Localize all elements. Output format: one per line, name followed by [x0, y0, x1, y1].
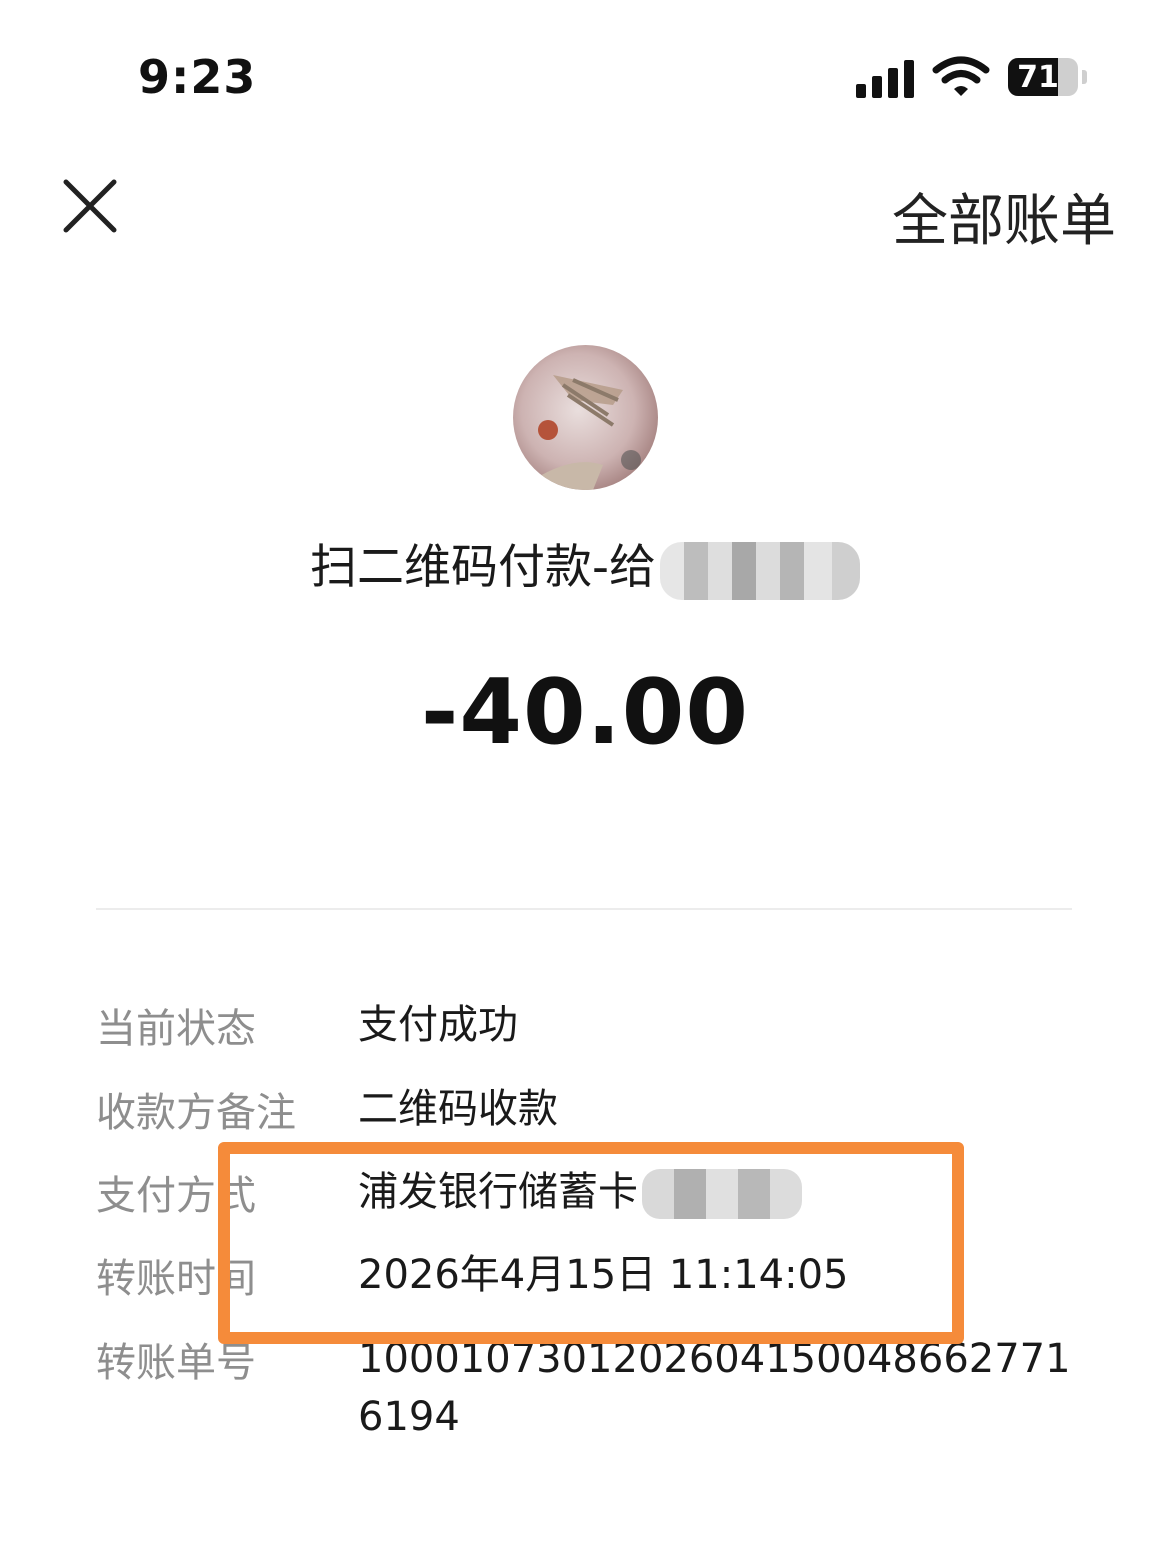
all-bills-link[interactable]: 全部账单 [892, 176, 1116, 257]
battery-indicator: 71 [1008, 58, 1087, 98]
signal-icon [856, 58, 916, 98]
method-value: 浦发银行储蓄卡 [358, 1163, 1078, 1221]
status-time: 9:23 [138, 50, 257, 104]
order-value: 1000107301202604150048662771 6194 [358, 1336, 1071, 1440]
merchant-avatar [513, 345, 658, 490]
remark-value: 二维码收款 [358, 1086, 558, 1132]
order-label: 转账单号 [96, 1340, 256, 1386]
wifi-icon [932, 56, 990, 96]
redacted-merchant-name [659, 541, 860, 600]
remark-label: 收款方备注 [96, 1090, 296, 1136]
status-value: 支付成功 [358, 1002, 518, 1048]
merchant-title-text: 扫二维码付款-给 [310, 540, 656, 595]
method-label: 支付方式 [96, 1173, 256, 1219]
payment-amount: -40.00 [420, 660, 750, 765]
status-label: 当前状态 [96, 1006, 256, 1052]
time-label: 转账时间 [96, 1256, 256, 1302]
merchant-title: 扫二维码付款-给 [0, 528, 1170, 600]
divider [96, 908, 1072, 910]
time-value: 2026年4月15日 11:14:05 [358, 1252, 849, 1298]
battery-percent: 71 [1017, 60, 1059, 95]
redacted-card-number [642, 1169, 802, 1219]
method-value-text: 浦发银行储蓄卡 [358, 1169, 638, 1215]
close-icon[interactable] [62, 178, 118, 234]
